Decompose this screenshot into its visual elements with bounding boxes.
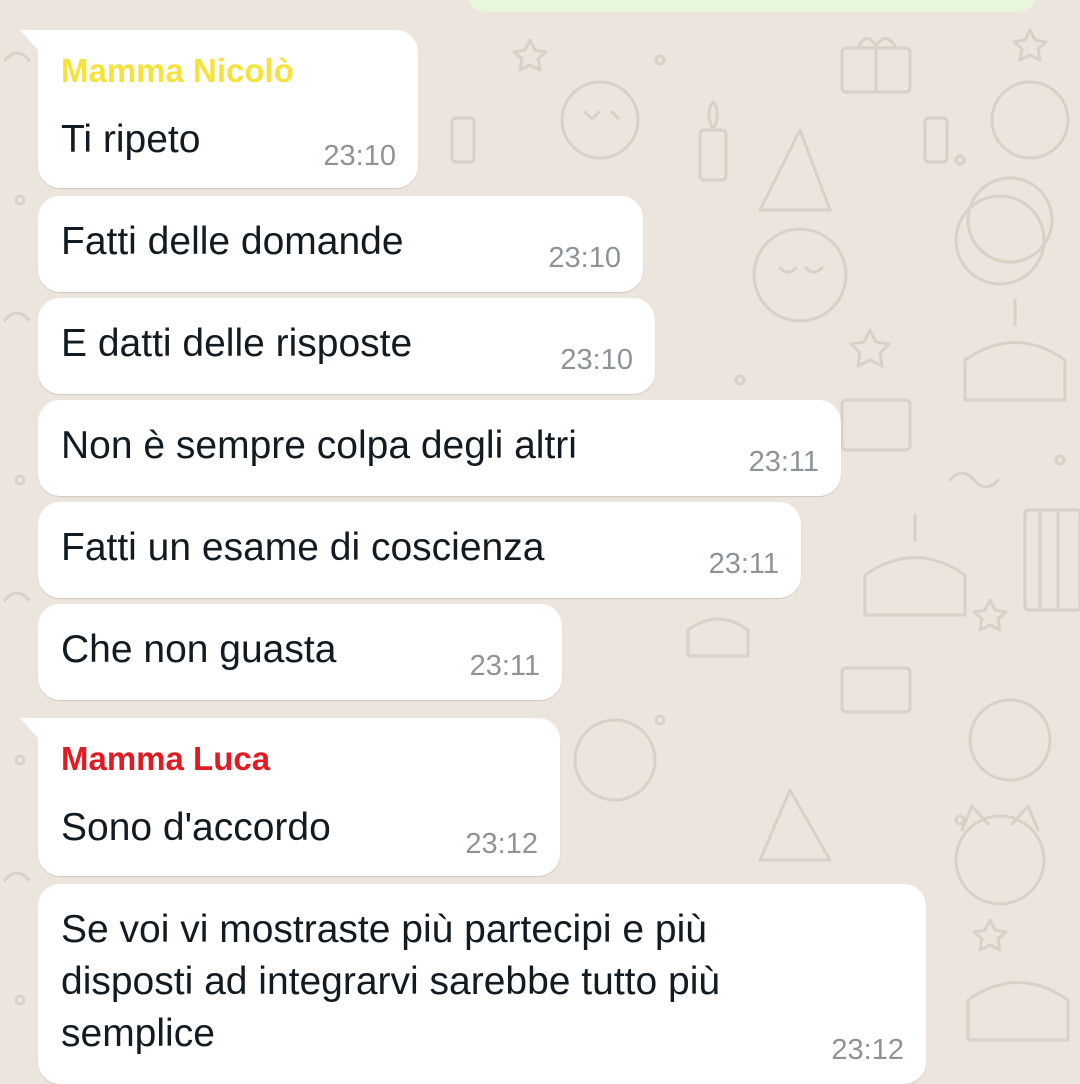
message-bubble[interactable]: Se voi vi mostraste più partecipi e più … [38, 884, 926, 1084]
sender-name[interactable]: Mamma Luca [61, 740, 270, 778]
message-text: Sono d'accordo [61, 806, 331, 849]
message-bubble[interactable]: Fatti un esame di coscienza 23:11 [38, 502, 801, 598]
message-bubble[interactable]: Fatti delle domande 23:10 [38, 196, 643, 292]
message-text: E datti delle risposte [61, 322, 413, 365]
message-bubble[interactable]: Non è sempre colpa degli altri 23:11 [38, 400, 841, 496]
message-text: Che non guasta [61, 628, 337, 671]
message-timestamp: 23:10 [548, 242, 621, 274]
message-bubble[interactable]: Mamma Nicolò Ti ripeto 23:10 [20, 30, 418, 188]
message-text: Se voi vi mostraste più partecipi e più … [61, 908, 721, 1055]
message-text: Fatti un esame di coscienza [61, 526, 545, 569]
message-text: Ti ripeto [61, 118, 201, 161]
message-timestamp: 23:11 [748, 446, 819, 478]
message-timestamp: 23:12 [831, 1034, 904, 1066]
message-timestamp: 23:10 [323, 140, 396, 172]
message-bubble[interactable]: E datti delle risposte 23:10 [38, 298, 655, 394]
sender-name[interactable]: Mamma Nicolò [61, 52, 294, 90]
message-timestamp: 23:11 [708, 548, 779, 580]
message-timestamp: 23:11 [469, 650, 540, 682]
chat-conversation: Mamma Nicolò Ti ripeto 23:10 Fatti delle… [0, 0, 1080, 1084]
message-bubble[interactable]: Che non guasta 23:11 [38, 604, 562, 700]
message-timestamp: 23:12 [465, 828, 538, 860]
message-text: Fatti delle domande [61, 220, 404, 263]
message-text: Non è sempre colpa degli altri [61, 424, 577, 467]
message-timestamp: 23:10 [560, 344, 633, 376]
message-bubble[interactable]: Mamma Luca Sono d'accordo 23:12 [20, 718, 560, 876]
outgoing-message-bubble-partial[interactable] [468, 0, 1036, 12]
